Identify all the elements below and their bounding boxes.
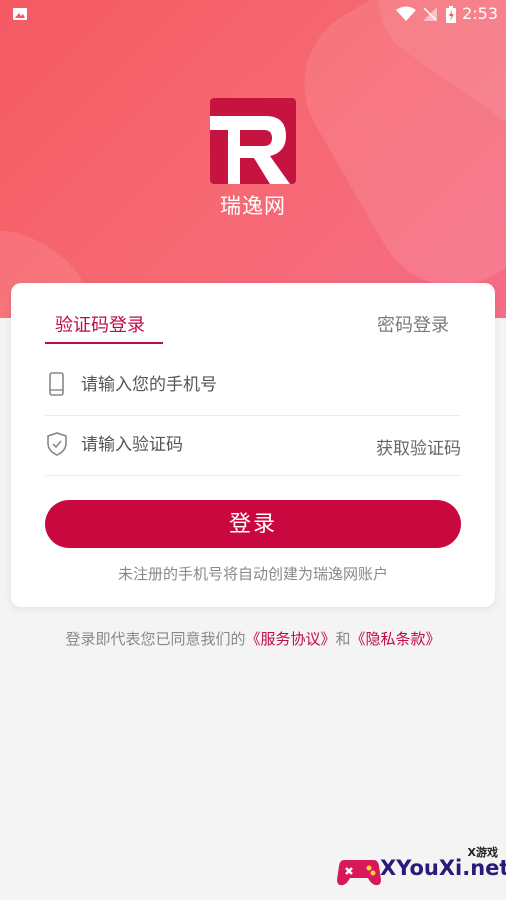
- active-tab-indicator: [45, 342, 163, 344]
- auto-register-note: 未注册的手机号将自动创建为瑞逸网账户: [117, 565, 388, 583]
- agreement-prefix: 登录即代表您已同意我们的: [65, 630, 246, 648]
- gamepad-logo-icon: [337, 860, 381, 886]
- service-agreement-link[interactable]: 《服务协议》: [245, 630, 335, 648]
- tab-sms-login[interactable]: 验证码登录: [55, 311, 145, 337]
- watermark-text: XYouXi.net: [380, 856, 506, 880]
- phone-field: [45, 355, 461, 416]
- phone-icon: [49, 372, 64, 396]
- agreement-and: 和: [335, 630, 351, 648]
- shield-check-icon: [47, 432, 67, 456]
- image-icon: [13, 8, 27, 20]
- agreement-text: 登录即代表您已同意我们的《服务协议》和《隐私条款》: [0, 628, 506, 649]
- get-code-button[interactable]: 获取验证码: [376, 434, 461, 459]
- battery-icon: [446, 6, 456, 23]
- header-banner: 2:53 瑞逸网: [0, 0, 506, 318]
- login-button[interactable]: 登录: [45, 500, 461, 548]
- tab-password-login[interactable]: 密码登录: [377, 311, 449, 337]
- wifi-icon: [396, 6, 416, 21]
- phone-input[interactable]: [79, 369, 343, 401]
- privacy-policy-link[interactable]: 《隐私条款》: [351, 630, 441, 648]
- app-name: 瑞逸网: [220, 194, 286, 218]
- app-logo: [210, 98, 296, 184]
- no-signal-icon: [423, 7, 437, 21]
- login-card: 验证码登录 密码登录 获取验证码 登录 未注册的手机号将自动创建为瑞逸网账户: [11, 283, 495, 607]
- status-time: 2:53: [462, 4, 498, 23]
- watermark: X游戏 XYouXi.net: [336, 838, 506, 900]
- status-bar: 2:53: [0, 0, 506, 28]
- code-input[interactable]: [79, 429, 343, 461]
- code-field: 获取验证码: [45, 415, 461, 476]
